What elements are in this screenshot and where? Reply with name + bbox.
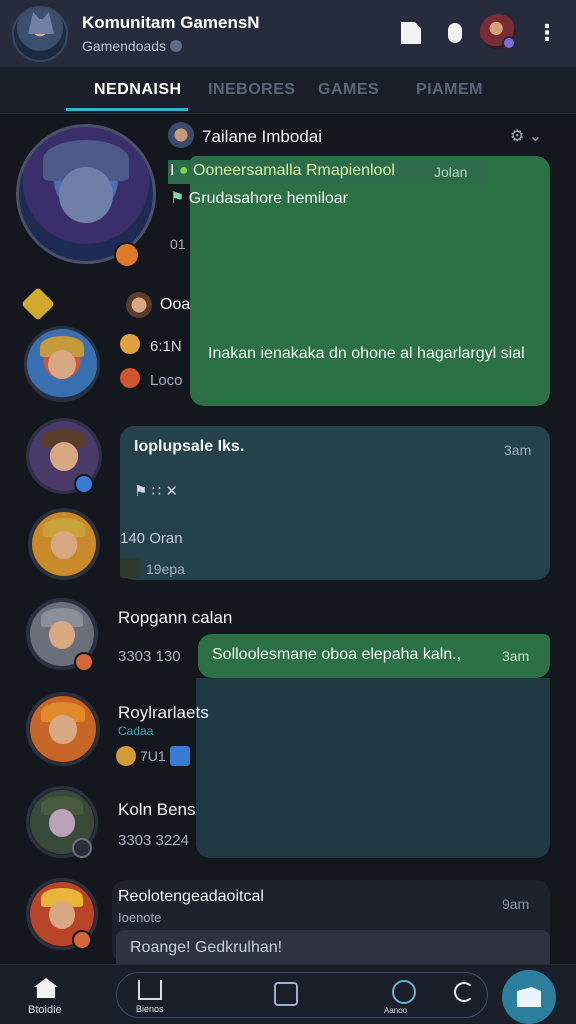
chat-3-meta2: 7U1 <box>140 748 166 764</box>
diamond-icon <box>21 287 55 321</box>
group-subtext-value: Grudasahore hemiloar <box>188 190 348 207</box>
community-subtitle: Gamendoads <box>82 38 183 54</box>
chat-3-name: Roylrarlaets <box>118 703 209 722</box>
square-icon[interactable] <box>274 982 298 1006</box>
group-settings-icon[interactable]: ⚙ ⌄ <box>510 126 542 146</box>
upload-icon[interactable] <box>138 980 162 1000</box>
chat-1-badge-icon <box>74 474 94 494</box>
chat-3-meta: Cadaa <box>118 724 154 738</box>
chat-1-thumb-icon <box>120 558 140 578</box>
chat-1-sub1: 140 Oran <box>120 530 183 547</box>
group-avatar[interactable] <box>16 124 156 264</box>
sender-meta-2: Loco <box>150 372 183 389</box>
compose-button[interactable] <box>502 970 556 1024</box>
chat-2-bubble-body <box>196 678 550 858</box>
chat-4-meta: 3303 3224 <box>118 832 189 849</box>
nav-item-2-label: Bienos <box>136 1004 164 1014</box>
chat-5-name: Reolotengeadaoitcal <box>118 888 264 905</box>
highlight-text-value: Ooneersamalla Rmapienlool <box>193 162 395 179</box>
group-message-text: Inakan ienakaka dn ohone al hagarlargyl … <box>208 345 525 362</box>
compose-icon <box>517 987 541 1007</box>
profile-badge-icon <box>502 36 516 50</box>
chat-5-preview: Roange! Gedkrulhan! <box>130 939 283 956</box>
status-dot-icon <box>170 40 183 52</box>
chat-5-meta: Ioenote <box>118 910 162 925</box>
sender-avatar[interactable] <box>24 326 100 402</box>
fire-icon <box>120 368 140 388</box>
more-options-icon[interactable]: ⋮ <box>532 18 562 48</box>
chat-1-icons: ⚑ ∷ ✕ <box>134 483 178 500</box>
chat-2-time: 3am <box>502 648 530 664</box>
group-title: 7ailane Imbodai <box>202 127 323 146</box>
search-icon[interactable] <box>392 980 416 1004</box>
home-label: Btoidie <box>28 1004 62 1016</box>
sender-name: Ooa <box>160 296 191 313</box>
chat-3-x-icon <box>170 746 190 766</box>
reaction-icon <box>120 334 140 354</box>
community-subtitle-text: Gamendoads <box>82 38 167 54</box>
tab-0[interactable]: NEDNAISH <box>94 81 182 99</box>
chat-avatar-2[interactable] <box>28 508 100 580</box>
chat-2-name: Ropgann calan <box>118 608 233 627</box>
refresh-icon[interactable] <box>454 982 474 1002</box>
nav-pill <box>116 972 488 1018</box>
chat-3-emoji-icon <box>116 746 136 766</box>
highlight-text: I ● Ooneersamalla Rmapienlool <box>170 162 395 179</box>
mic-icon[interactable] <box>440 18 470 48</box>
chat-avatar-4[interactable] <box>26 692 100 766</box>
chat-5-badge-icon <box>72 930 92 950</box>
profile-avatar[interactable] <box>480 14 516 50</box>
group-count: 01 <box>170 236 186 252</box>
sender-avatar-small[interactable] <box>126 292 152 318</box>
chat-4-badge-icon <box>72 838 92 858</box>
chat-2-meta: 3303 130 <box>118 648 181 665</box>
chat-1-sub2: 19epa <box>146 561 185 577</box>
chat-4-name: Koln Bens <box>118 800 196 819</box>
chat-5-time: 9am <box>502 896 530 912</box>
tab-3[interactable]: PIAMEM <box>416 81 483 99</box>
group-badge-icon <box>114 242 140 268</box>
highlight-time: Jolan <box>434 164 468 180</box>
community-title: Komunitam GamensN <box>82 13 260 32</box>
group-admin-avatar[interactable] <box>168 122 194 148</box>
nav-item-4-label: Aanoo <box>384 1006 408 1015</box>
sender-meta-1: 6:1N <box>150 338 182 355</box>
chat-2-message: Solloolesmane oboa elepaha kaln., <box>212 646 462 663</box>
tab-2[interactable]: GAMES <box>318 81 379 99</box>
community-avatar[interactable] <box>12 6 68 62</box>
document-icon[interactable] <box>396 18 426 48</box>
app-header: Komunitam GamensN Gamendoads ⋮ <box>0 0 576 68</box>
chat-1-time: 3am <box>504 442 532 458</box>
group-subtext: ⚑ Grudasahore hemiloar <box>170 190 348 207</box>
chat-2-badge-icon <box>74 652 94 672</box>
tab-1[interactable]: INEBORES <box>208 81 296 99</box>
chat-1-title: Ioplupsale Iks. <box>134 438 245 455</box>
active-tab-indicator <box>66 108 188 111</box>
